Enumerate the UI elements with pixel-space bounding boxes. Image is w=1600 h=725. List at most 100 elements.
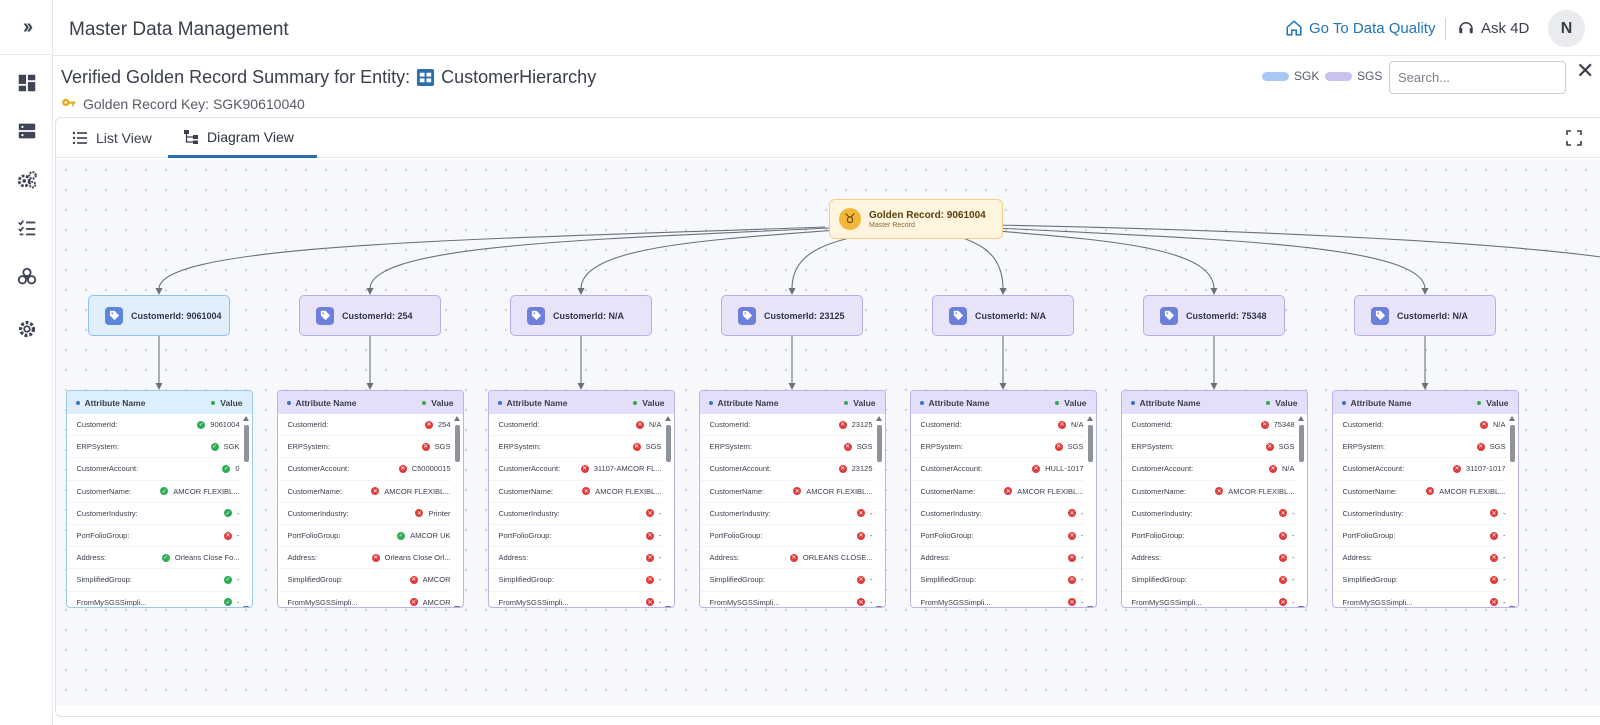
attribute-name-header: Attribute Name xyxy=(497,398,567,408)
fullscreen-icon[interactable] xyxy=(1566,130,1582,146)
attribute-value-text: - xyxy=(1081,553,1084,563)
check-circle-icon: ✓ xyxy=(224,598,232,607)
attribute-name: PortFolioGroup: xyxy=(287,531,341,541)
edge-arrowhead xyxy=(366,383,374,390)
attribute-table-header: Attribute Name Value xyxy=(277,391,463,414)
error-circle-icon: ✕ xyxy=(793,487,802,496)
table-scrollbar[interactable] xyxy=(875,416,882,607)
customer-node[interactable]: CustomerId: 75348 xyxy=(1143,295,1285,336)
entity-name: CustomerHierarchy xyxy=(441,67,597,87)
attribute-row: CustomerAccount: ✕ 23125 xyxy=(699,458,873,481)
table-scrollbar[interactable] xyxy=(1086,416,1093,607)
attribute-name: PortFolioGroup: xyxy=(709,531,763,541)
customer-node[interactable]: CustomerId: 23125 xyxy=(721,295,863,336)
attribute-value: ✕ 23125 xyxy=(838,420,873,429)
attribute-name: FromMySGSSimpli... xyxy=(498,597,569,607)
table-scrollbar[interactable] xyxy=(1297,416,1304,607)
table-scrollbar[interactable] xyxy=(242,416,249,607)
edge-offscreen xyxy=(995,224,1600,258)
scroll-thumb[interactable] xyxy=(1298,425,1304,462)
attribute-value: ✕ - xyxy=(1279,575,1295,584)
scroll-down-icon[interactable] xyxy=(1508,606,1515,607)
attribute-value: ✕ 254 xyxy=(424,420,451,429)
dashboard-icon[interactable] xyxy=(0,66,53,100)
scroll-down-icon[interactable] xyxy=(1086,606,1093,607)
ask-4d-button[interactable]: Ask 4D xyxy=(1457,19,1529,37)
customer-node[interactable]: CustomerId: 9061004 xyxy=(88,295,230,336)
expand-sidebar-icon[interactable]: ›› xyxy=(0,10,53,44)
value-header-label: Value xyxy=(1064,397,1087,408)
attribute-table[interactable]: Attribute Name Value CustomerId: ✕ N/A ERPSys… xyxy=(909,390,1097,608)
table-scrollbar[interactable] xyxy=(664,416,671,607)
scroll-thumb[interactable] xyxy=(1087,425,1093,462)
search-input[interactable] xyxy=(1389,61,1566,94)
attribute-name: CustomerAccount: xyxy=(920,464,983,474)
scroll-down-icon[interactable] xyxy=(453,606,460,607)
attribute-value: ✕ - xyxy=(1068,531,1084,540)
server-icon[interactable] xyxy=(0,114,53,148)
golden-record-icon: ♉ xyxy=(839,208,861,230)
key-icon xyxy=(62,98,76,107)
scroll-up-icon[interactable] xyxy=(1508,416,1515,421)
attribute-name: FromMySGSSimpli... xyxy=(1342,597,1413,607)
settings-icon[interactable] xyxy=(0,312,53,346)
error-circle-icon: ✕ xyxy=(857,598,865,607)
customer-node[interactable]: CustomerId: N/A xyxy=(932,295,1074,336)
scroll-thumb[interactable] xyxy=(243,425,249,462)
close-icon[interactable]: ✕ xyxy=(1576,60,1594,82)
scroll-up-icon[interactable] xyxy=(664,416,671,421)
view-tabs: List View Diagram View xyxy=(56,118,1600,158)
gears-icon[interactable] xyxy=(0,163,53,197)
golden-record-node[interactable]: ♉ Golden Record: 9061004 Master Record xyxy=(829,199,1003,239)
scroll-thumb[interactable] xyxy=(1509,425,1515,462)
attribute-row: FromMySGSSimpli... ✕ - xyxy=(700,592,873,608)
customer-node[interactable]: CustomerId: 254 xyxy=(299,295,441,336)
scroll-up-icon[interactable] xyxy=(1086,416,1093,421)
attribute-name-header: Attribute Name xyxy=(919,398,989,408)
attribute-value: ✕ - xyxy=(857,598,873,607)
header-dot xyxy=(211,401,216,406)
attribute-table[interactable]: Attribute Name Value CustomerId: ✕ N/A ERPSys… xyxy=(487,390,675,608)
diagram-canvas[interactable]: ♉ Golden Record: 9061004 Master Record C… xyxy=(56,160,1600,705)
attribute-row: ERPSystem: ✕ SGS xyxy=(1332,436,1506,459)
scroll-up-icon[interactable] xyxy=(242,416,249,421)
tab-list-view[interactable]: List View xyxy=(72,118,152,158)
error-circle-icon: ✕ xyxy=(1279,509,1287,518)
attribute-rows: CustomerId: ✓ 9061004 ERPSystem: ✓ SGK Custome… xyxy=(66,414,252,607)
avatar[interactable]: N xyxy=(1548,10,1585,47)
scroll-down-icon[interactable] xyxy=(664,606,671,607)
attribute-name: PortFolioGroup: xyxy=(76,531,130,541)
scroll-down-icon[interactable] xyxy=(242,606,249,607)
attribute-value-text: HULL-1017 xyxy=(1045,464,1084,474)
attribute-table[interactable]: Attribute Name Value CustomerId: ✕ 254 ERPSys… xyxy=(276,390,464,608)
attribute-table[interactable]: Attribute Name Value CustomerId: ✕ N/A ERPSys… xyxy=(1331,390,1519,608)
attribute-table[interactable]: Attribute Name Value CustomerId: ✓ 9061004 ER… xyxy=(65,390,253,608)
scroll-up-icon[interactable] xyxy=(453,416,460,421)
attribute-row: FromMySGSSimpli... ✕ - xyxy=(1333,592,1506,608)
tab-diagram-view[interactable]: Diagram View xyxy=(168,118,317,158)
error-circle-icon: ✕ xyxy=(1057,420,1066,429)
attribute-table[interactable]: Attribute Name Value CustomerId: ✕ 75348 ERPS… xyxy=(1120,390,1308,608)
customer-node-label: CustomerId: N/A xyxy=(975,310,1047,321)
attribute-name: CustomerId: xyxy=(920,420,962,430)
table-scrollbar[interactable] xyxy=(453,416,460,607)
tag-icon xyxy=(1371,306,1389,325)
attribute-row: PortFolioGroup: ✕ - xyxy=(488,525,662,548)
scroll-down-icon[interactable] xyxy=(875,606,882,607)
scroll-up-icon[interactable] xyxy=(1297,416,1304,421)
biohazard-icon[interactable] xyxy=(0,260,53,294)
scroll-thumb[interactable] xyxy=(454,425,460,462)
scroll-down-icon[interactable] xyxy=(1297,606,1304,607)
table-scrollbar[interactable] xyxy=(1508,416,1515,607)
attribute-name: CustomerName: xyxy=(920,486,976,496)
scroll-up-icon[interactable] xyxy=(875,416,882,421)
customer-node[interactable]: CustomerId: N/A xyxy=(510,295,652,336)
go-to-data-quality-link[interactable]: Go To Data Quality xyxy=(1285,19,1435,37)
attribute-table[interactable]: Attribute Name Value CustomerId: ✕ 23125 ERPS… xyxy=(698,390,886,608)
checklist-icon[interactable] xyxy=(0,211,53,245)
scroll-thumb[interactable] xyxy=(665,425,671,462)
scroll-thumb[interactable] xyxy=(876,425,882,462)
customer-node[interactable]: CustomerId: N/A xyxy=(1354,295,1496,336)
error-circle-icon: ✕ xyxy=(580,464,589,473)
attribute-name: Address: xyxy=(709,553,740,563)
